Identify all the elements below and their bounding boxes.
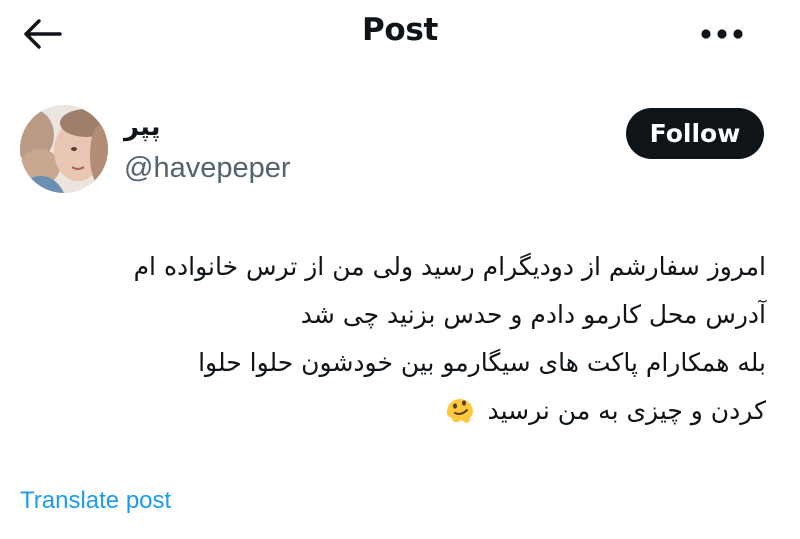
ellipsis-horizontal-icon: [701, 29, 743, 39]
display-name[interactable]: پپر: [124, 110, 161, 144]
translate-post-link[interactable]: Translate post: [20, 487, 171, 515]
post-line-last: کردن و چیزی به من نرسید: [6, 387, 766, 435]
post-text: امروز سفارشم از دودیگرام رسید ولی من از …: [6, 243, 766, 435]
avatar-photo: [20, 105, 108, 193]
post-line: آدرس محل کارمو دادم و حدس بزنید چی شد: [300, 300, 766, 329]
follow-button[interactable]: Follow: [626, 108, 764, 159]
melting-face-emoji: [447, 399, 474, 423]
top-bar: Post: [0, 0, 800, 70]
avatar[interactable]: [20, 105, 108, 193]
more-options-button[interactable]: [694, 14, 750, 54]
post-line-text: کردن و چیزی به من نرسید: [487, 396, 766, 425]
user-handle[interactable]: @havepeper: [124, 150, 291, 186]
post-line: امروز سفارشم از دودیگرام رسید ولی من از …: [133, 252, 766, 281]
page-title: Post: [361, 12, 439, 48]
post-line: بله همکارام پاکت های سیگارمو بین خودشون …: [198, 348, 766, 377]
author-row: پپر @havepeper Follow: [0, 100, 800, 200]
